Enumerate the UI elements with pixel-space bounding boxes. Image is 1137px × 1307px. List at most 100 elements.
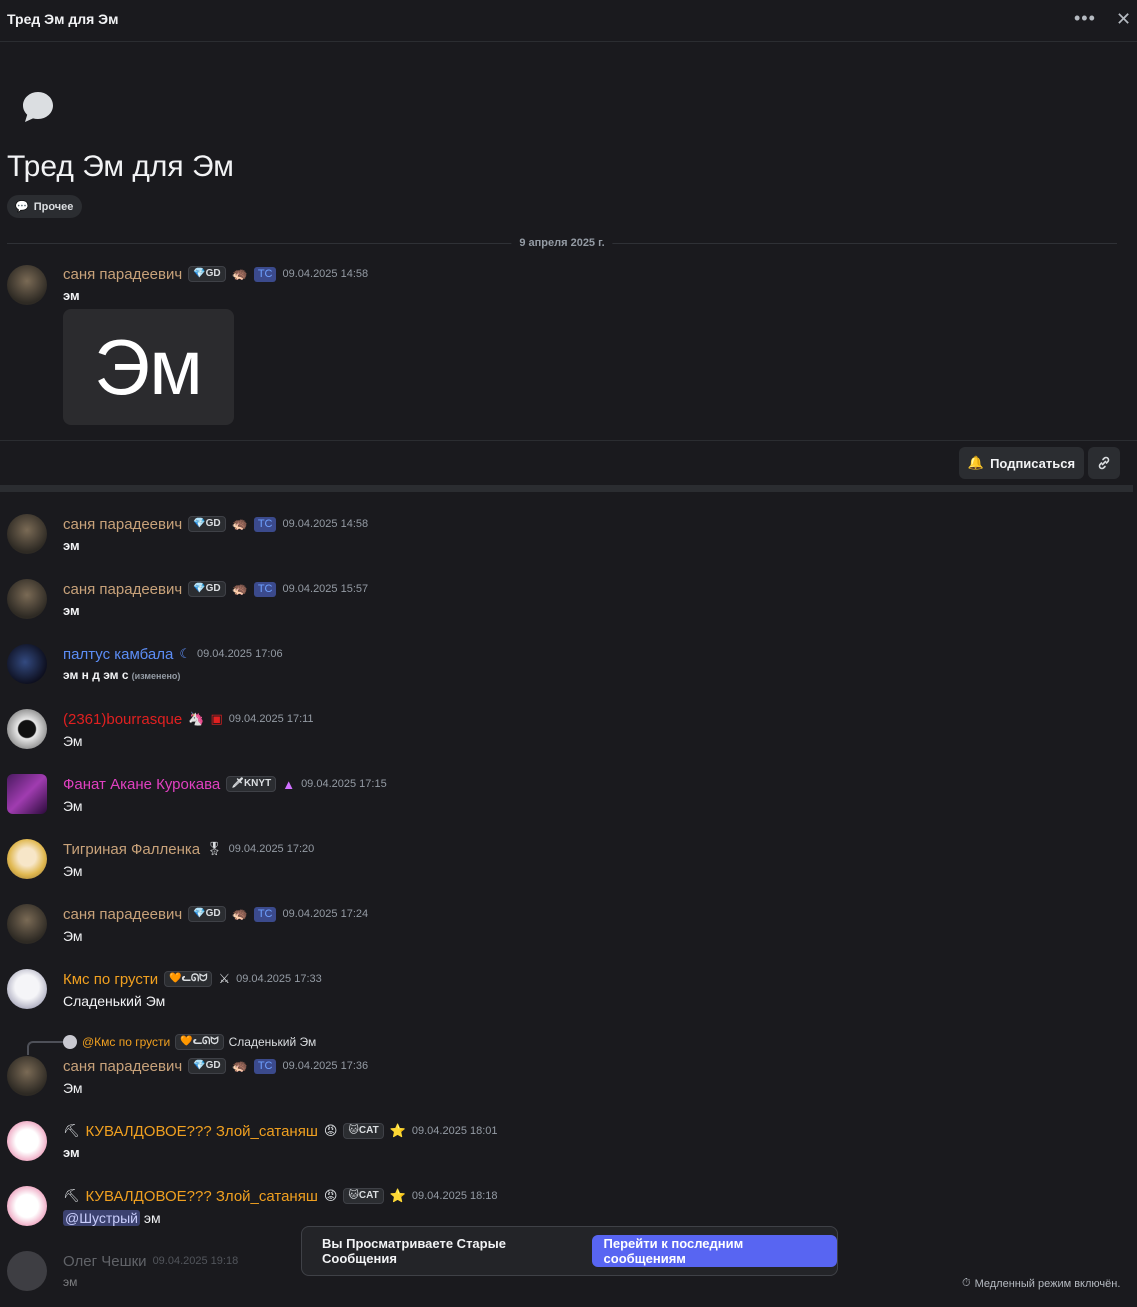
timestamp: 09.04.2025 14:58 — [282, 518, 369, 530]
user-mention[interactable]: @Шустрый — [63, 1210, 140, 1226]
rank-badge-icon: 🎖 — [206, 841, 223, 856]
guild-badge: 🐱CAT — [343, 1188, 384, 1204]
tc-badge: TC — [253, 266, 277, 282]
hedgehog-icon: 🦔 — [231, 516, 248, 531]
timestamp: 09.04.2025 18:01 — [411, 1125, 498, 1137]
avatar[interactable] — [7, 1186, 47, 1226]
angry-face-icon: 😡 — [323, 1188, 338, 1203]
avatar[interactable] — [7, 839, 47, 879]
message-text: Эм — [63, 798, 83, 814]
old-messages-text: Вы Просматриваете Старые Сообщения — [322, 1236, 506, 1266]
avatar[interactable] — [7, 514, 47, 554]
more-dots-icon[interactable]: ••• — [1074, 8, 1096, 29]
guild-badge: 🧡ᓚᘏᗢ — [175, 1034, 224, 1050]
message-header: саня парадеевич 💎GD 🦔 TC 09.04.2025 17:2… — [63, 904, 368, 924]
timestamp: 09.04.2025 19:18 — [152, 1255, 239, 1267]
username[interactable]: саня парадеевич — [63, 1058, 182, 1075]
message-header: Кмс по грусти 🧡ᓚᘏᗢ ⚔ 09.04.2025 17:33 — [63, 969, 322, 989]
date-separator: 9 апреля 2025 г. — [7, 237, 1117, 249]
list-item: Кмс по грусти 🧡ᓚᘏᗢ ⚔ 09.04.2025 17:33 Сл… — [0, 969, 1137, 1025]
thread-title: Тред Эм для Эм — [7, 150, 234, 183]
guild-badge: 💎GD — [188, 266, 226, 282]
message-header: ⛏ КУВАЛДОВОЕ??? Злой_сатаняш 😡 🐱CAT ⭐ 09… — [63, 1186, 498, 1206]
tc-badge: TC — [253, 516, 277, 532]
message-text: Эм — [63, 928, 83, 944]
username[interactable]: саня парадеевич — [63, 266, 182, 283]
list-item: Фанат Акане Курокава 🗡KNYT ▲ 09.04.2025 … — [0, 774, 1137, 830]
username[interactable]: Фанат Акане Курокава — [63, 776, 220, 793]
hedgehog-icon: 🦔 — [231, 1058, 248, 1073]
username[interactable]: Кмс по грусти — [63, 971, 158, 988]
avatar[interactable] — [7, 969, 47, 1009]
guild-badge: 💎GD — [188, 581, 226, 597]
username[interactable]: палтус камбала — [63, 646, 173, 663]
message-header: Фанат Акане Курокава 🗡KNYT ▲ 09.04.2025 … — [63, 774, 387, 794]
timestamp: 09.04.2025 17:36 — [282, 1060, 369, 1072]
avatar[interactable] — [7, 265, 47, 305]
avatar[interactable] — [7, 644, 47, 684]
list-item: саня парадеевич 💎GD 🦔 TC 09.04.2025 15:5… — [0, 579, 1137, 635]
username[interactable]: КУВАЛДОВОЕ??? Злой_сатаняш — [86, 1123, 318, 1140]
old-messages-bar: Вы Просматриваете Старые Сообщения Перей… — [301, 1226, 838, 1276]
avatar[interactable] — [7, 1056, 47, 1096]
message-header: саня парадеевич 💎GD 🦔 TC 09.04.2025 14:5… — [63, 514, 368, 534]
timestamp: 09.04.2025 14:58 — [282, 268, 369, 280]
username[interactable]: саня парадеевич — [63, 906, 182, 923]
avatar[interactable] — [7, 774, 47, 814]
thread-header: Тред Эм для Эм ••• ✕ — [0, 0, 1137, 42]
list-item: ⛏ КУВАЛДОВОЕ??? Злой_сатаняш 😡 🐱CAT ⭐ 09… — [0, 1121, 1137, 1177]
attached-image[interactable]: Эм — [63, 309, 234, 425]
message-text: эм — [63, 538, 80, 553]
message-header: (2361)bourrasque 🦄 ▣ 09.04.2025 17:11 — [63, 709, 314, 729]
username[interactable]: саня парадеевич — [63, 581, 182, 598]
guild-badge: 💎GD — [188, 906, 226, 922]
hammer-icon: ⛏ — [63, 1123, 80, 1138]
copy-link-button[interactable] — [1088, 447, 1120, 479]
avatar[interactable] — [7, 709, 47, 749]
username[interactable]: КУВАЛДОВОЕ??? Злой_сатаняш — [86, 1188, 318, 1205]
slowmode-indicator: ⏱ Медленный режим включён. — [962, 1277, 1120, 1290]
angry-face-icon: 😡 — [323, 1123, 338, 1138]
timestamp: 09.04.2025 17:06 — [196, 648, 283, 660]
crossed-swords-icon: ⚔ — [218, 971, 231, 986]
username[interactable]: (2361)bourrasque — [63, 711, 182, 728]
message-text: эм н д эм с (изменено) — [63, 668, 181, 682]
avatar[interactable] — [7, 1121, 47, 1161]
reply-username[interactable]: @Кмс по грусти — [82, 1035, 170, 1049]
avatar[interactable] — [7, 1251, 47, 1291]
speech-bubble-icon: 💬 — [15, 201, 29, 213]
thread-tag[interactable]: 💬 Прочее — [7, 195, 83, 218]
guild-badge: 💎GD — [188, 1058, 226, 1074]
message-text: эм — [63, 603, 80, 618]
reply-preview[interactable]: @Кмс по грусти 🧡ᓚᘏᗢ Сладенький Эм — [63, 1034, 316, 1050]
message-text: @Шустрый эм — [63, 1210, 161, 1226]
message-text: Эм — [63, 863, 83, 879]
guild-badge: 🐱CAT — [343, 1123, 384, 1139]
message-header: саня парадеевич 💎GD 🦔 TC 09.04.2025 15:5… — [63, 579, 368, 599]
avatar[interactable] — [7, 579, 47, 619]
star-icon: ⭐ — [389, 1123, 406, 1138]
timestamp: 09.04.2025 18:18 — [411, 1190, 498, 1202]
jump-to-latest-button[interactable]: Перейти к последним сообщениям — [591, 1235, 837, 1267]
username[interactable]: саня парадеевич — [63, 516, 182, 533]
triangle-icon: ▲ — [282, 776, 296, 792]
header-title: Тред Эм для Эм — [7, 11, 119, 27]
close-icon[interactable]: ✕ — [1116, 9, 1131, 30]
guild-badge: 🧡ᓚᘏᗢ — [164, 971, 213, 987]
slowmode-text: Медленный режим включён. — [974, 1277, 1121, 1290]
subscribe-button[interactable]: 🔔 Подписаться — [959, 447, 1084, 479]
list-item: саня парадеевич 💎GD 🦔 TC 09.04.2025 17:2… — [0, 904, 1137, 960]
timestamp: 09.04.2025 17:24 — [282, 908, 369, 920]
guild-badge: 💎GD — [188, 516, 226, 532]
message-header: палтус камбала ☾ 09.04.2025 17:06 — [63, 644, 283, 664]
date-separator-label: 9 апреля 2025 г. — [511, 237, 613, 249]
bell-icon: 🔔 — [967, 455, 985, 470]
username[interactable]: Олег Чешки — [63, 1253, 147, 1270]
subscribe-label: Подписаться — [990, 455, 1076, 471]
hedgehog-icon: 🦔 — [231, 906, 248, 921]
username[interactable]: Тигриная Фалленка — [63, 841, 200, 858]
edited-label: (изменено) — [131, 671, 181, 681]
moon-icon: ☾ — [179, 646, 191, 661]
message-text: эм — [63, 1275, 78, 1289]
avatar[interactable] — [7, 904, 47, 944]
